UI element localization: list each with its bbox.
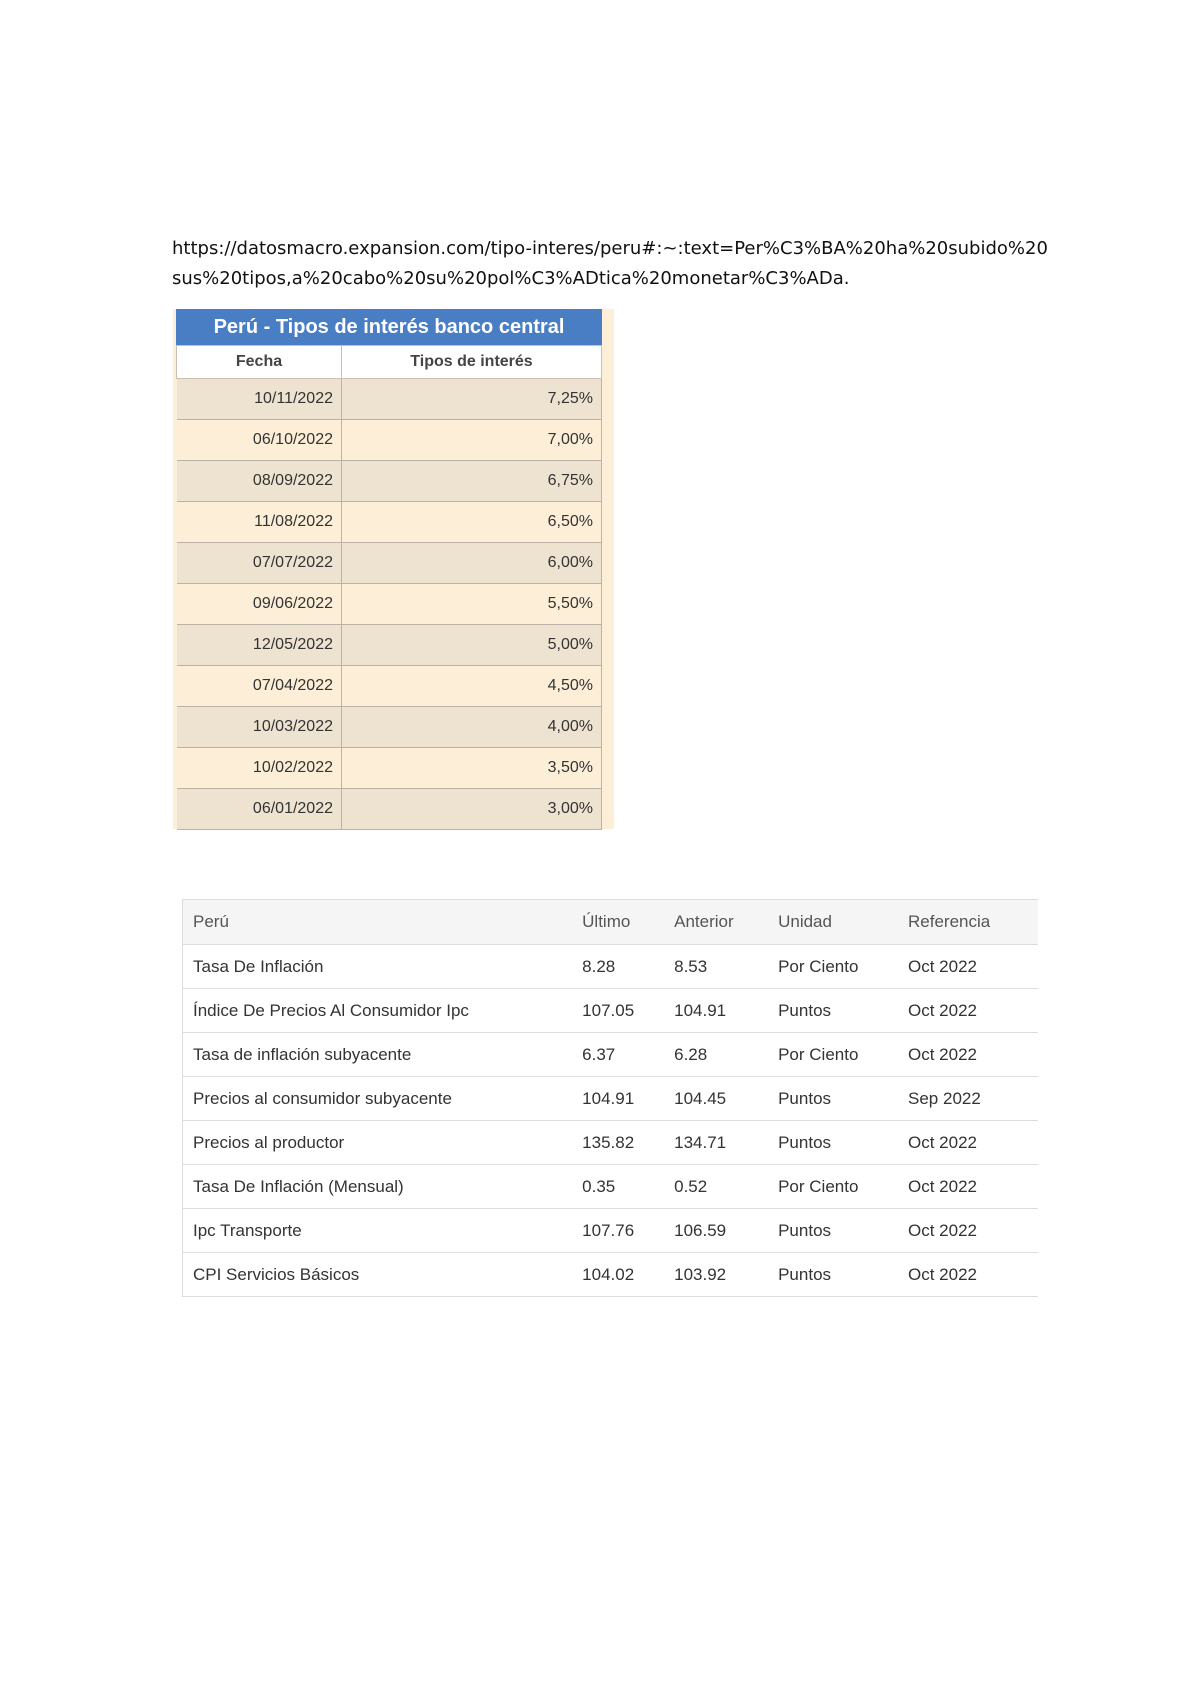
table-row: 10/02/2022 3,50% [176,747,602,789]
unit-cell: Por Ciento [768,1164,899,1209]
last-value-cell: 104.91 [572,1076,665,1121]
header-fecha: Fecha [176,345,342,379]
indicator-name-cell: Índice De Precios Al Consumidor Ipc [182,988,573,1033]
unit-cell: Puntos [768,1252,899,1297]
inflation-table-image: Perú Último Anterior Unidad Referencia T… [182,899,1038,1297]
inflation-table: Perú Último Anterior Unidad Referencia T… [182,899,1038,1297]
rate-value-cell: 6,50% [341,501,602,543]
rate-date-cell: 07/07/2022 [176,542,342,584]
table-row: CPI Servicios Básicos 104.02 103.92 Puntos O… [182,1252,1038,1297]
last-value-cell: 104.02 [572,1252,665,1297]
indicator-name-cell: Precios al consumidor subyacente [182,1076,573,1121]
rate-value-cell: 4,00% [341,706,602,748]
table-row: 10/03/2022 4,00% [176,706,602,748]
previous-value-cell: 104.45 [664,1076,769,1121]
unit-cell: Por Ciento [768,1032,899,1077]
header-tipos-de-interes: Tipos de interés [341,345,602,379]
rate-date-cell: 11/08/2022 [176,501,342,543]
interest-table-title: Perú - Tipos de interés banco central [176,309,602,345]
table-row: 06/01/2022 3,00% [176,788,602,830]
inflation-table-body: Tasa De Inflación 8.28 8.53 Por Ciento Oct 2… [182,944,1038,1297]
rate-value-cell: 6,00% [341,542,602,584]
table-row: 12/05/2022 5,00% [176,624,602,666]
previous-value-cell: 134.71 [664,1120,769,1165]
table-row: Ipc Transporte 107.76 106.59 Puntos Oct 2022 [182,1208,1038,1253]
reference-cell: Oct 2022 [898,1032,1038,1077]
table-row: Tasa de inflación subyacente 6.37 6.28 Por … [182,1032,1038,1077]
last-value-cell: 107.05 [572,988,665,1033]
rate-value-cell: 3,50% [341,747,602,789]
last-value-cell: 135.82 [572,1120,665,1165]
last-value-cell: 6.37 [572,1032,665,1077]
interest-rate-table-image: Perú - Tipos de interés banco central Fe… [173,309,614,830]
rate-value-cell: 5,50% [341,583,602,625]
table-row: 07/07/2022 6,00% [176,542,602,584]
rate-date-cell: 10/03/2022 [176,706,342,748]
rate-date-cell: 10/02/2022 [176,747,342,789]
source-url[interactable]: https://datosmacro.expansion.com/tipo-in… [172,234,1052,294]
table-row: 10/11/2022 7,25% [176,378,602,420]
table-row: 11/08/2022 6,50% [176,501,602,543]
indicator-name-cell: CPI Servicios Básicos [182,1252,573,1297]
interest-rate-table: Fecha Tipos de interés 10/11/2022 7,25% 06… [176,345,602,830]
unit-cell: Puntos [768,1208,899,1253]
unit-cell: Por Ciento [768,944,899,989]
header-ultimo: Último [572,899,665,945]
previous-value-cell: 106.59 [664,1208,769,1253]
unit-cell: Puntos [768,1076,899,1121]
table-row: Índice De Precios Al Consumidor Ipc 107.0… [182,988,1038,1033]
interest-table-header-row: Fecha Tipos de interés [176,345,602,379]
table-row: Precios al consumidor subyacente 104.91 10… [182,1076,1038,1121]
rate-value-cell: 4,50% [341,665,602,707]
rate-date-cell: 08/09/2022 [176,460,342,502]
reference-cell: Oct 2022 [898,988,1038,1033]
previous-value-cell: 8.53 [664,944,769,989]
header-peru: Perú [182,899,573,945]
reference-cell: Oct 2022 [898,1164,1038,1209]
table-row: 09/06/2022 5,50% [176,583,602,625]
rate-date-cell: 06/10/2022 [176,419,342,461]
previous-value-cell: 104.91 [664,988,769,1033]
rate-value-cell: 7,00% [341,419,602,461]
reference-cell: Oct 2022 [898,1252,1038,1297]
reference-cell: Oct 2022 [898,944,1038,989]
indicator-name-cell: Ipc Transporte [182,1208,573,1253]
interest-table-body: 10/11/2022 7,25% 06/10/2022 7,00% 08/09/2022… [176,378,602,830]
previous-value-cell: 103.92 [664,1252,769,1297]
table-row: 06/10/2022 7,00% [176,419,602,461]
last-value-cell: 107.76 [572,1208,665,1253]
inflation-table-header-row: Perú Último Anterior Unidad Referencia [182,899,1038,945]
unit-cell: Puntos [768,988,899,1033]
rate-date-cell: 12/05/2022 [176,624,342,666]
header-anterior: Anterior [664,899,769,945]
table-row: 07/04/2022 4,50% [176,665,602,707]
rate-date-cell: 10/11/2022 [176,378,342,420]
table-row: Precios al productor 135.82 134.71 Puntos Oc… [182,1120,1038,1165]
header-unidad: Unidad [768,899,899,945]
last-value-cell: 0.35 [572,1164,665,1209]
indicator-name-cell: Precios al productor [182,1120,573,1165]
last-value-cell: 8.28 [572,944,665,989]
previous-value-cell: 0.52 [664,1164,769,1209]
table-row: Tasa De Inflación 8.28 8.53 Por Ciento Oct 2… [182,944,1038,989]
table-row: Tasa De Inflación (Mensual) 0.35 0.52 Por C… [182,1164,1038,1209]
rate-date-cell: 06/01/2022 [176,788,342,830]
indicator-name-cell: Tasa de inflación subyacente [182,1032,573,1077]
rate-value-cell: 7,25% [341,378,602,420]
rate-date-cell: 07/04/2022 [176,665,342,707]
reference-cell: Oct 2022 [898,1208,1038,1253]
previous-value-cell: 6.28 [664,1032,769,1077]
reference-cell: Oct 2022 [898,1120,1038,1165]
reference-cell: Sep 2022 [898,1076,1038,1121]
indicator-name-cell: Tasa De Inflación [182,944,573,989]
indicator-name-cell: Tasa De Inflación (Mensual) [182,1164,573,1209]
header-referencia: Referencia [898,899,1038,945]
rate-date-cell: 09/06/2022 [176,583,342,625]
table-row: 08/09/2022 6,75% [176,460,602,502]
rate-value-cell: 3,00% [341,788,602,830]
rate-value-cell: 5,00% [341,624,602,666]
unit-cell: Puntos [768,1120,899,1165]
rate-value-cell: 6,75% [341,460,602,502]
